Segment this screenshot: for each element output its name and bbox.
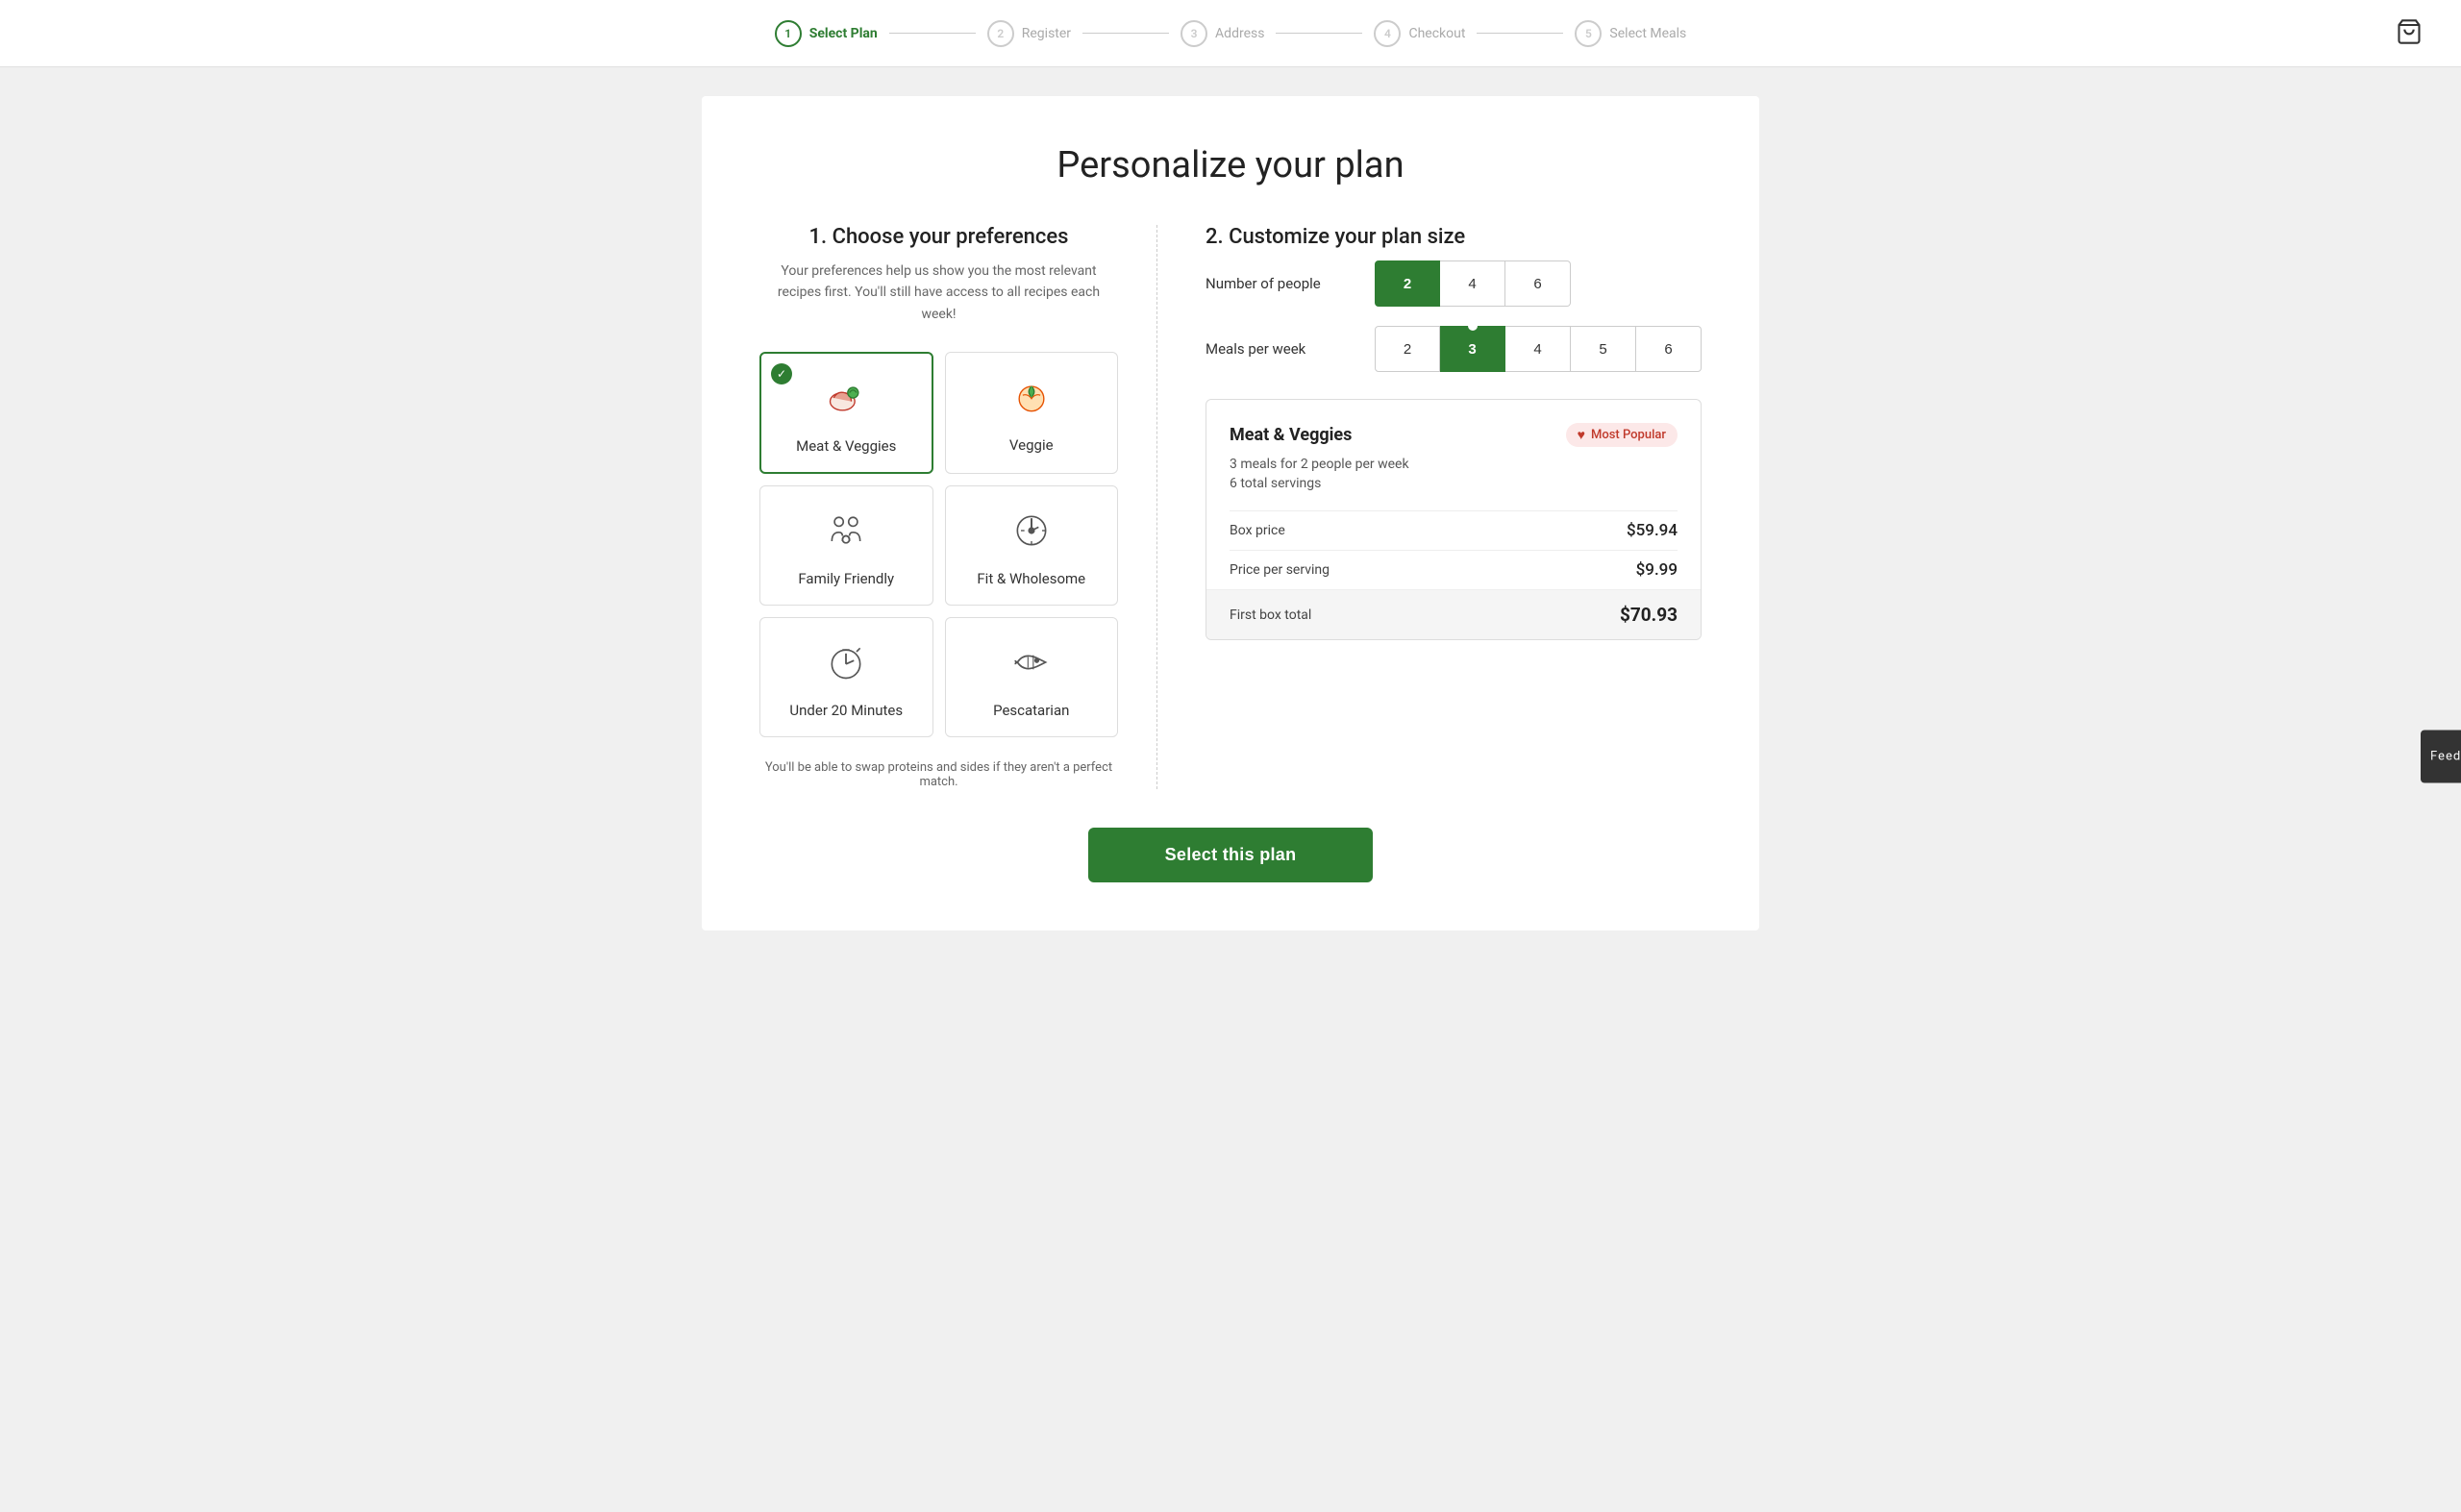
pref-icon-family-friendly [825,509,867,558]
main-content: Personalize your plan 1. Choose your pre… [0,67,2461,988]
cart-icon[interactable] [2396,18,2423,49]
people-option-4[interactable]: 4 [1440,260,1505,307]
meals-option-2[interactable]: 2 [1375,326,1440,372]
customize-column: 2. Customize your plan size Number of pe… [1157,225,1702,789]
step-circle-4: 4 [1374,20,1401,47]
pref-card-meat-veggies[interactable]: ✓ Meat & Veggies [759,352,933,474]
popular-dot [1468,321,1478,331]
swap-note: You'll be able to swap proteins and side… [759,760,1118,789]
box-price-value: $59.94 [1627,521,1678,540]
page-title: Personalize your plan [759,144,1702,186]
step-checkout[interactable]: 4 Checkout [1374,20,1465,47]
pref-card-fit-wholesome[interactable]: Fit & Wholesome [945,485,1119,606]
step-line-1 [889,33,976,34]
header: 1 Select Plan 2 Register 3 Address 4 Che… [0,0,2461,67]
summary-box: Meat & Veggies ♥ Most Popular 3 meals fo… [1206,399,1702,640]
preferences-section-title: 1. Choose your preferences [759,225,1118,249]
meals-option-4[interactable]: 4 [1505,326,1571,372]
preferences-column: 1. Choose your preferences Your preferen… [759,225,1157,789]
pref-label-veggie: Veggie [1009,436,1054,454]
box-price-row: Box price $59.94 [1230,510,1678,550]
per-serving-label: Price per serving [1230,562,1330,578]
step-label-1: Select Plan [809,26,878,41]
pref-label-family-friendly: Family Friendly [798,570,894,587]
per-serving-value: $9.99 [1636,560,1678,580]
step-select-meals[interactable]: 5 Select Meals [1575,20,1686,47]
box-price-label: Box price [1230,523,1285,538]
step-register[interactable]: 2 Register [987,20,1071,47]
people-label: Number of people [1206,275,1359,292]
per-serving-row: Price per serving $9.99 [1230,550,1678,589]
preferences-section-desc: Your preferences help us show you the mo… [759,260,1118,325]
pref-label-under-20: Under 20 Minutes [789,702,903,719]
first-box-value: $70.93 [1620,604,1678,626]
summary-description: 3 meals for 2 people per week [1230,457,1678,472]
step-circle-5: 5 [1575,20,1602,47]
step-circle-1: 1 [775,20,802,47]
step-line-2 [1082,33,1169,34]
meals-option-row: Meals per week 23456 [1206,326,1702,372]
people-option-row: Number of people 246 [1206,260,1702,307]
first-box-total-row: First box total $70.93 [1206,589,1701,639]
summary-plan-name: Meat & Veggies [1230,425,1352,445]
meals-option-3[interactable]: 3 [1440,326,1505,372]
pref-icon-pescatarian [1010,641,1053,690]
pref-label-pescatarian: Pescatarian [993,702,1069,719]
pref-icon-fit-wholesome [1010,509,1053,558]
pref-card-family-friendly[interactable]: Family Friendly [759,485,933,606]
pref-card-pescatarian[interactable]: Pescatarian [945,617,1119,737]
step-address[interactable]: 3 Address [1181,20,1264,47]
step-circle-3: 3 [1181,20,1207,47]
step-label-3: Address [1215,26,1264,41]
step-select-plan[interactable]: 1 Select Plan [775,20,878,47]
step-label-4: Checkout [1408,26,1465,41]
check-badge: ✓ [771,363,792,384]
step-line-4 [1477,33,1563,34]
meals-option-5[interactable]: 5 [1571,326,1636,372]
plan-card: Personalize your plan 1. Choose your pre… [702,96,1759,930]
pref-label-fit-wholesome: Fit & Wholesome [977,570,1085,587]
meals-buttons: 23456 [1375,326,1702,372]
meals-label: Meals per week [1206,340,1359,358]
people-buttons: 246 [1375,260,1571,307]
pref-card-veggie[interactable]: Veggie [945,352,1119,474]
pref-icon-under-20 [825,641,867,690]
pref-card-under-20[interactable]: Under 20 Minutes [759,617,933,737]
first-box-label: First box total [1230,607,1311,623]
stepper: 1 Select Plan 2 Register 3 Address 4 Che… [775,20,1687,47]
pref-icon-veggie [1010,376,1053,425]
step-line-3 [1276,33,1362,34]
select-plan-button[interactable]: Select this plan [1088,828,1374,882]
customize-section-title: 2. Customize your plan size [1206,225,1702,249]
most-popular-badge: ♥ Most Popular [1566,423,1678,447]
people-option-6[interactable]: 6 [1505,260,1571,307]
step-circle-2: 2 [987,20,1014,47]
summary-servings: 6 total servings [1230,476,1678,491]
step-label-2: Register [1022,26,1071,41]
preferences-grid: ✓ Meat & Veggies Veggie [759,352,1118,737]
pref-icon-meat-veggies [825,377,867,426]
meals-option-6[interactable]: 6 [1636,326,1702,372]
people-option-2[interactable]: 2 [1375,260,1440,307]
pref-label-meat-veggies: Meat & Veggies [796,437,896,455]
most-popular-label: Most Popular [1591,428,1666,442]
step-label-5: Select Meals [1609,26,1686,41]
feedback-tab[interactable]: Feedback [2421,730,2461,782]
select-plan-button-wrap: Select this plan [759,828,1702,882]
